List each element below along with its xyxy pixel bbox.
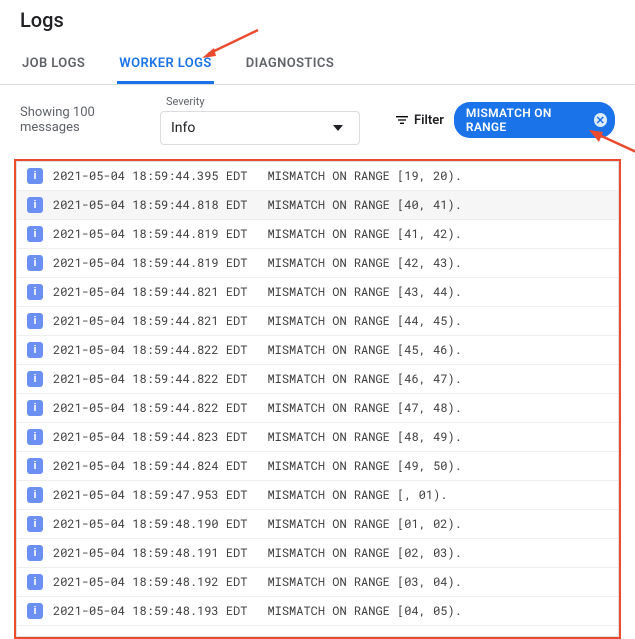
info-icon: i xyxy=(27,197,43,213)
log-area: i 2021-05-04 18:59:44.395 EDT MISMATCH ON… xyxy=(14,159,621,639)
log-row[interactable]: i 2021-05-04 18:59:44.821 EDT MISMATCH ON… xyxy=(17,278,618,307)
log-message: MISMATCH ON RANGE [45, 46). xyxy=(267,342,461,358)
log-message: MISMATCH ON RANGE [03, 04). xyxy=(267,574,461,590)
info-icon: i xyxy=(27,284,43,300)
info-icon: i xyxy=(27,458,43,474)
log-row[interactable]: i 2021-05-04 18:59:44.822 EDT MISMATCH ON… xyxy=(17,394,618,423)
log-row[interactable]: i 2021-05-04 18:59:44.818 EDT MISMATCH ON… xyxy=(17,191,618,220)
log-timestamp: 2021-05-04 18:59:47.953 EDT xyxy=(53,487,247,503)
info-icon: i xyxy=(27,516,43,532)
log-timestamp: 2021-05-04 18:59:44.822 EDT xyxy=(53,342,247,358)
info-icon: i xyxy=(27,255,43,271)
info-icon: i xyxy=(27,313,43,329)
log-message: MISMATCH ON RANGE [02, 03). xyxy=(267,545,461,561)
info-icon: i xyxy=(27,487,43,503)
log-list[interactable]: i 2021-05-04 18:59:44.395 EDT MISMATCH ON… xyxy=(16,161,619,637)
log-row[interactable]: i 2021-05-04 18:59:44.395 EDT MISMATCH ON… xyxy=(17,162,618,191)
tabs: JOB LOGS WORKER LOGS DIAGNOSTICS xyxy=(0,44,635,85)
log-message: MISMATCH ON RANGE [43, 44). xyxy=(267,284,461,300)
info-icon: i xyxy=(27,545,43,561)
severity-select[interactable]: Info xyxy=(160,111,360,145)
log-row[interactable]: i 2021-05-04 18:59:44.823 EDT MISMATCH ON… xyxy=(17,423,618,452)
log-timestamp: 2021-05-04 18:59:44.822 EDT xyxy=(53,371,247,387)
chip-remove-icon[interactable]: ✕ xyxy=(594,113,607,127)
info-icon: i xyxy=(27,429,43,445)
log-row[interactable]: i 2021-05-04 18:59:48.190 EDT MISMATCH ON… xyxy=(17,510,618,539)
log-timestamp: 2021-05-04 18:59:48.190 EDT xyxy=(53,516,247,532)
log-row[interactable]: i 2021-05-04 18:59:48.191 EDT MISMATCH ON… xyxy=(17,539,618,568)
log-row[interactable]: i 2021-05-04 18:59:47.953 EDT MISMATCH ON… xyxy=(17,481,618,510)
filter-chip-mismatch[interactable]: MISMATCH ON RANGE ✕ xyxy=(454,102,615,138)
info-icon: i xyxy=(27,400,43,416)
tab-diagnostics[interactable]: DIAGNOSTICS xyxy=(244,44,336,84)
log-timestamp: 2021-05-04 18:59:48.193 EDT xyxy=(53,603,247,619)
log-message: MISMATCH ON RANGE [40, 41). xyxy=(267,197,461,213)
log-message: MISMATCH ON RANGE [49, 50). xyxy=(267,458,461,474)
chip-label: MISMATCH ON RANGE xyxy=(466,106,588,134)
log-timestamp: 2021-05-04 18:59:48.192 EDT xyxy=(53,574,247,590)
log-timestamp: 2021-05-04 18:59:48.191 EDT xyxy=(53,545,247,561)
info-icon: i xyxy=(27,371,43,387)
log-timestamp: 2021-05-04 18:59:44.821 EDT xyxy=(53,313,247,329)
info-icon: i xyxy=(27,574,43,590)
log-row[interactable]: i 2021-05-04 18:59:48.193 EDT MISMATCH ON… xyxy=(17,597,618,626)
tab-worker-logs[interactable]: WORKER LOGS xyxy=(117,44,213,84)
severity-label: Severity xyxy=(166,95,360,108)
log-row[interactable]: i 2021-05-04 18:59:44.824 EDT MISMATCH ON… xyxy=(17,452,618,481)
log-timestamp: 2021-05-04 18:59:44.823 EDT xyxy=(53,429,247,445)
log-message: MISMATCH ON RANGE [42, 43). xyxy=(267,255,461,271)
log-message: MISMATCH ON RANGE [, 01). xyxy=(267,487,447,503)
log-timestamp: 2021-05-04 18:59:44.819 EDT xyxy=(53,226,247,242)
info-icon: i xyxy=(27,342,43,358)
severity-value: Info xyxy=(171,120,195,136)
info-icon: i xyxy=(27,603,43,619)
log-message: MISMATCH ON RANGE [41, 42). xyxy=(267,226,461,242)
info-icon: i xyxy=(27,168,43,184)
log-row[interactable]: i 2021-05-04 18:59:44.819 EDT MISMATCH ON… xyxy=(17,220,618,249)
log-row[interactable]: i 2021-05-04 18:59:44.822 EDT MISMATCH ON… xyxy=(17,336,618,365)
controls-bar: Showing 100 messages Severity Info Filte… xyxy=(0,85,635,159)
filter-label: Filter xyxy=(414,113,444,128)
log-timestamp: 2021-05-04 18:59:44.821 EDT xyxy=(53,284,247,300)
log-timestamp: 2021-05-04 18:59:44.819 EDT xyxy=(53,255,247,271)
log-message: MISMATCH ON RANGE [47, 48). xyxy=(267,400,461,416)
log-timestamp: 2021-05-04 18:59:44.824 EDT xyxy=(53,458,247,474)
log-timestamp: 2021-05-04 18:59:44.822 EDT xyxy=(53,400,247,416)
tab-job-logs[interactable]: JOB LOGS xyxy=(20,44,87,84)
filter-icon xyxy=(394,112,410,128)
filter-button[interactable]: Filter xyxy=(394,112,444,128)
message-count: Showing 100 messages xyxy=(20,105,150,135)
log-message: MISMATCH ON RANGE [48, 49). xyxy=(267,429,461,445)
log-message: MISMATCH ON RANGE [46, 47). xyxy=(267,371,461,387)
severity-control: Severity Info xyxy=(160,95,360,145)
log-message: MISMATCH ON RANGE [44, 45). xyxy=(267,313,461,329)
log-timestamp: 2021-05-04 18:59:44.395 EDT xyxy=(53,168,247,184)
info-icon: i xyxy=(27,226,43,242)
log-row[interactable]: i 2021-05-04 18:59:48.192 EDT MISMATCH ON… xyxy=(17,568,618,597)
dropdown-icon xyxy=(333,125,343,131)
page-title: Logs xyxy=(0,0,635,38)
log-row[interactable]: i 2021-05-04 18:59:44.819 EDT MISMATCH ON… xyxy=(17,249,618,278)
log-row[interactable]: i 2021-05-04 18:59:44.822 EDT MISMATCH ON… xyxy=(17,365,618,394)
log-timestamp: 2021-05-04 18:59:44.818 EDT xyxy=(53,197,247,213)
log-message: MISMATCH ON RANGE [04, 05). xyxy=(267,603,461,619)
log-row[interactable]: i 2021-05-04 18:59:44.821 EDT MISMATCH ON… xyxy=(17,307,618,336)
log-message: MISMATCH ON RANGE [19, 20). xyxy=(267,168,461,184)
log-message: MISMATCH ON RANGE [01, 02). xyxy=(267,516,461,532)
